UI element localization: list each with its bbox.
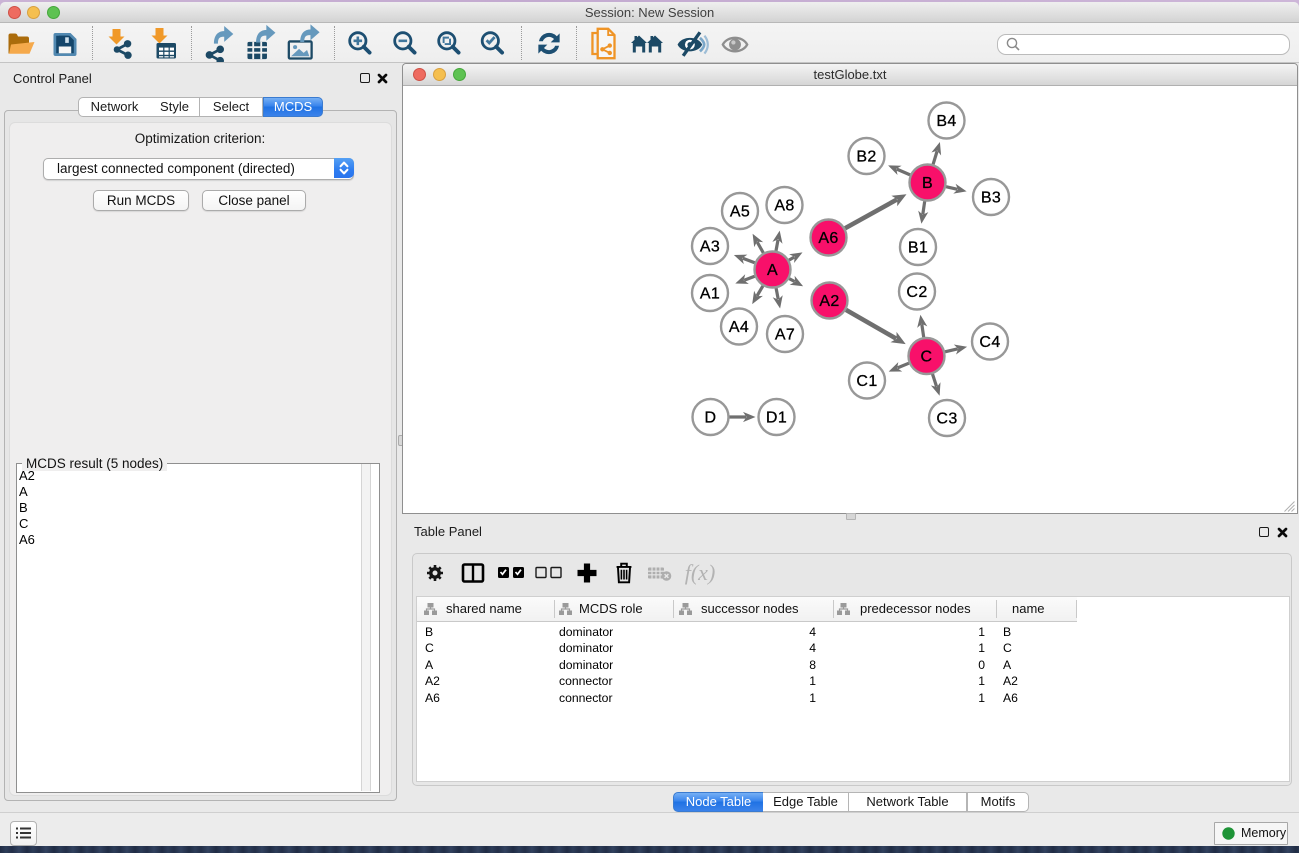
svg-text:A6: A6 xyxy=(818,230,838,247)
svg-text:B: B xyxy=(922,175,933,192)
svg-text:C2: C2 xyxy=(906,284,927,301)
svg-text:A4: A4 xyxy=(729,319,749,336)
svg-text:A5: A5 xyxy=(730,204,750,221)
svg-text:A8: A8 xyxy=(774,198,794,215)
svg-text:B1: B1 xyxy=(908,240,928,257)
svg-text:f(x): f(x) xyxy=(685,560,716,585)
svg-text:C1: C1 xyxy=(856,373,877,390)
svg-text:C4: C4 xyxy=(979,334,1000,351)
svg-text:C: C xyxy=(921,349,933,366)
svg-text:A3: A3 xyxy=(700,239,720,256)
svg-text:A: A xyxy=(767,262,778,279)
svg-text:B4: B4 xyxy=(936,113,956,130)
svg-text:D: D xyxy=(705,410,717,427)
svg-text:A7: A7 xyxy=(775,327,795,344)
svg-text:C3: C3 xyxy=(936,411,957,428)
svg-text:A2: A2 xyxy=(819,293,839,310)
svg-text:B2: B2 xyxy=(856,149,876,166)
svg-text:D1: D1 xyxy=(766,410,787,427)
svg-text:A1: A1 xyxy=(700,286,720,303)
svg-text:B3: B3 xyxy=(981,190,1001,207)
